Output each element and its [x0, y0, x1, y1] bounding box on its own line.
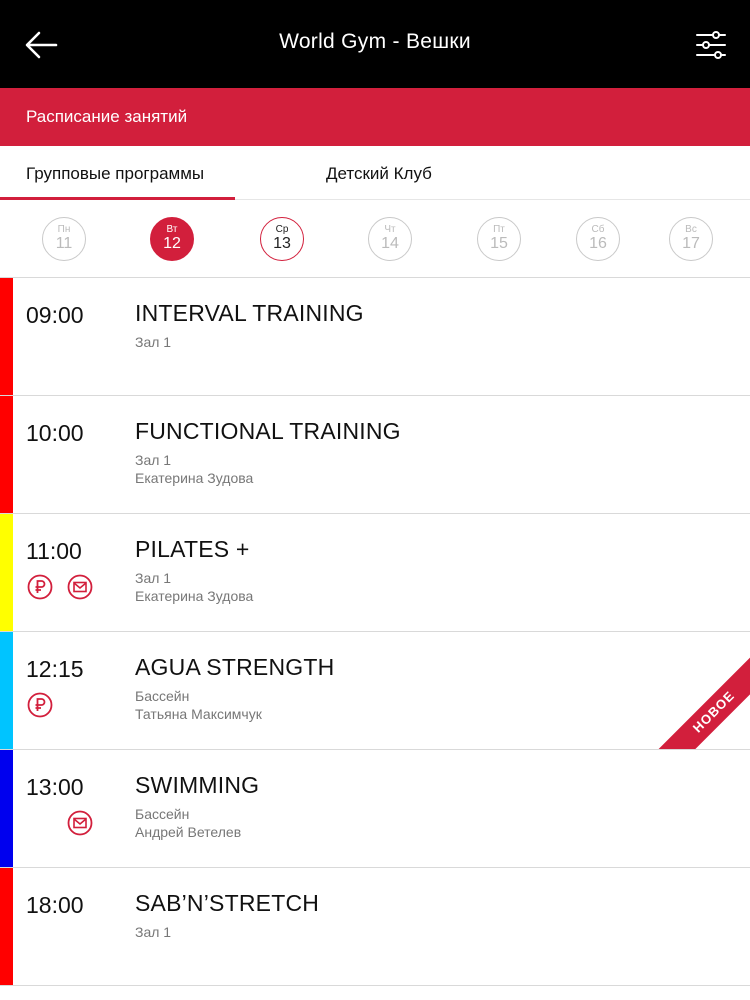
- class-name: INTERVAL TRAINING: [135, 300, 364, 326]
- tab-kids-club[interactable]: Детский Клуб: [326, 164, 432, 184]
- class-time: 18:00: [26, 892, 84, 918]
- section-title: Расписание занятий: [26, 107, 188, 126]
- mail-icon: [67, 574, 93, 600]
- day-number: 12: [163, 235, 181, 252]
- day-number: 14: [381, 235, 399, 252]
- day-number: 13: [273, 235, 291, 252]
- day-weekday: Пт: [493, 224, 505, 235]
- class-color-stripe: [0, 396, 13, 513]
- class-trainer: Екатерина Зудова: [135, 588, 254, 604]
- class-name: FUNCTIONAL TRAINING: [135, 418, 401, 444]
- class-color-stripe: [0, 278, 13, 395]
- day-sunday[interactable]: Вс 17: [669, 217, 713, 261]
- class-time: 09:00: [26, 302, 84, 328]
- day-weekday: Ср: [275, 224, 289, 235]
- tab-bar: Групповые программы Детский Клуб: [0, 146, 750, 200]
- day-selector: Пн 11 Вт 12 Ср 13 Чт 14 Пт 15 Сб 16 Вс 1…: [0, 200, 750, 278]
- class-time: 12:15: [26, 656, 84, 682]
- top-bar: World Gym - Вешки: [0, 0, 750, 88]
- class-room: Зал 1: [135, 452, 172, 468]
- class-trainer: Екатерина Зудова: [135, 470, 254, 486]
- day-thursday[interactable]: Чт 14: [368, 217, 412, 261]
- class-trainer: Татьяна Максимчук: [135, 706, 262, 722]
- class-time: 11:00: [26, 538, 82, 564]
- day-saturday[interactable]: Сб 16: [576, 217, 620, 261]
- class-room: Зал 1: [135, 570, 172, 586]
- day-number: 16: [589, 235, 607, 252]
- day-number: 17: [682, 235, 700, 252]
- class-color-stripe: [0, 514, 13, 631]
- section-header: Расписание занятий: [0, 88, 750, 146]
- class-row[interactable]: 13:00 SWIMMING Бассейн Андрей Ветелев: [0, 750, 750, 868]
- ruble-icon: [27, 692, 53, 718]
- class-row[interactable]: 09:00 INTERVAL TRAINING Зал 1: [0, 278, 750, 396]
- class-row[interactable]: 18:00 SAB’N’STRETCH Зал 1: [0, 868, 750, 986]
- class-room: Бассейн: [135, 688, 190, 704]
- class-name: SWIMMING: [135, 772, 260, 798]
- page-title: World Gym - Вешки: [279, 30, 471, 53]
- class-name: SAB’N’STRETCH: [135, 890, 320, 916]
- day-tuesday[interactable]: Вт 12: [150, 217, 194, 261]
- class-room: Зал 1: [135, 334, 172, 350]
- day-weekday: Вт: [166, 224, 178, 235]
- day-weekday: Вс: [685, 224, 697, 235]
- filter-button[interactable]: [694, 28, 728, 62]
- class-room: Зал 1: [135, 924, 172, 940]
- class-time: 13:00: [26, 774, 84, 800]
- day-weekday: Сб: [591, 224, 605, 235]
- mail-icon: [67, 810, 93, 836]
- new-badge: НОВОЕ: [655, 653, 750, 749]
- class-row[interactable]: 12:15 AGUA STRENGTH Бассейн Татьяна Макс…: [0, 632, 750, 750]
- day-weekday: Пн: [57, 224, 71, 235]
- class-name: PILATES +: [135, 536, 250, 562]
- day-monday[interactable]: Пн 11: [42, 217, 86, 261]
- class-time: 10:00: [26, 420, 84, 446]
- class-row[interactable]: 10:00 FUNCTIONAL TRAINING Зал 1 Екатерин…: [0, 396, 750, 514]
- sliders-icon: [696, 31, 726, 59]
- tab-group-programs[interactable]: Групповые программы: [26, 164, 204, 184]
- class-row[interactable]: 11:00 PILATES + Зал 1 Екатерина Зудова: [0, 514, 750, 632]
- class-color-stripe: [0, 750, 13, 867]
- day-number: 11: [55, 235, 73, 252]
- day-number: 15: [490, 235, 508, 252]
- class-room: Бассейн: [135, 806, 190, 822]
- class-color-stripe: [0, 868, 13, 985]
- day-weekday: Чт: [384, 224, 396, 235]
- day-friday[interactable]: Пт 15: [477, 217, 521, 261]
- class-color-stripe: [0, 632, 13, 749]
- ruble-icon: [27, 574, 53, 600]
- day-wednesday[interactable]: Ср 13: [260, 217, 304, 261]
- class-trainer: Андрей Ветелев: [135, 824, 242, 840]
- class-name: AGUA STRENGTH: [135, 654, 335, 680]
